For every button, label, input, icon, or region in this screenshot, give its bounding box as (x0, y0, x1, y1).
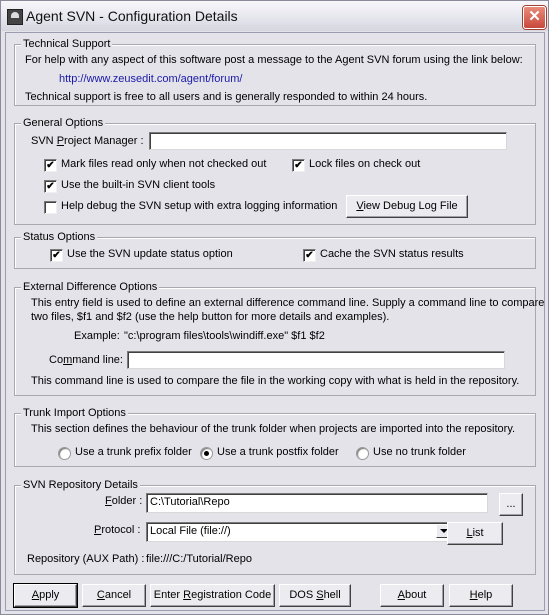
dos-shell-button[interactable]: DOS Shell (279, 584, 351, 607)
command-line-input[interactable] (127, 351, 505, 369)
external-diff-legend: External Difference Options (21, 281, 160, 293)
status-options-group: Status Options ✔ Use the SVN update stat… (14, 231, 536, 269)
apply-button[interactable]: Apply (13, 583, 78, 608)
protocol-value: Local File (file://) (150, 525, 231, 537)
browse-folder-button[interactable]: ... (499, 493, 523, 516)
lock-files-label: Lock files on check out (309, 158, 421, 170)
lock-files-checkbox[interactable]: ✔ (292, 159, 305, 172)
trunk-prefix-radio[interactable] (58, 447, 71, 460)
trunk-prefix-label: Use a trunk prefix folder (75, 446, 192, 458)
cache-status-label: Cache the SVN status results (320, 248, 464, 260)
aux-path-label: Repository (AUX Path) : (27, 553, 145, 565)
close-icon: ✕ (528, 8, 541, 25)
forum-link[interactable]: http://www.zeusedit.com/agent/forum/ (59, 73, 242, 85)
no-trunk-radio[interactable] (356, 447, 369, 460)
external-diff-footer: This command line is used to compare the… (31, 375, 520, 387)
update-status-checkbox[interactable]: ✔ (50, 249, 63, 262)
folder-input[interactable]: C:\Tutorial\Repo (146, 493, 488, 513)
tech-support-note: Technical support is free to all users a… (25, 91, 428, 103)
project-manager-input[interactable] (149, 132, 507, 150)
debug-logging-checkbox[interactable] (44, 201, 57, 214)
window-title: Agent SVN - Configuration Details (26, 8, 238, 24)
no-trunk-label: Use no trunk folder (373, 446, 466, 458)
help-button[interactable]: Help (449, 584, 513, 607)
folder-label: Folder : (105, 495, 143, 507)
trunk-import-desc: This section defines the behaviour of th… (31, 423, 516, 435)
general-options-group: General Options SVN Project Manager : ✔ … (14, 117, 536, 225)
cache-status-checkbox[interactable]: ✔ (303, 249, 316, 262)
app-icon (7, 9, 23, 25)
view-debug-log-button[interactable]: View Debug Log File (346, 195, 468, 218)
command-line-label: Command line: (49, 354, 123, 366)
debug-logging-label: Help debug the SVN setup with extra logg… (61, 200, 338, 212)
trunk-postfix-radio[interactable] (200, 447, 213, 460)
tech-support-group: Technical Support For help with any aspe… (14, 38, 536, 106)
builtin-client-checkbox[interactable]: ✔ (44, 180, 57, 193)
read-only-label: Mark files read only when not checked ou… (61, 158, 267, 170)
external-diff-group: External Difference Options This entry f… (14, 281, 544, 396)
dialog-body: Technical Support For help with any aspe… (5, 32, 545, 611)
config-dialog: Agent SVN - Configuration Details ✕ Tech… (0, 0, 549, 615)
protocol-label: Protocol : (94, 524, 141, 536)
protocol-select[interactable]: Local File (file://) (146, 522, 453, 542)
read-only-checkbox[interactable]: ✔ (44, 159, 57, 172)
general-options-legend: General Options (21, 117, 106, 129)
update-status-label: Use the SVN update status option (67, 248, 233, 260)
title-bar: Agent SVN - Configuration Details ✕ (1, 1, 548, 31)
tech-support-legend: Technical Support (21, 38, 113, 50)
tech-support-intro: For help with any aspect of this softwar… (25, 54, 523, 66)
builtin-client-label: Use the built-in SVN client tools (61, 179, 216, 191)
list-button[interactable]: List (447, 522, 503, 545)
close-button[interactable]: ✕ (523, 6, 546, 29)
about-button[interactable]: About (380, 584, 444, 607)
register-button[interactable]: Enter Registration Code (150, 584, 275, 607)
repo-details-legend: SVN Repository Details (21, 479, 140, 491)
example-value: "c:\program files\tools\windiff.exe" $f1… (124, 330, 325, 342)
repo-details-group: SVN Repository Details Folder : C:\Tutor… (14, 479, 536, 575)
trunk-postfix-label: Use a trunk postfix folder (217, 446, 339, 458)
project-manager-label: SVN Project Manager : (31, 135, 144, 147)
example-label: Example: (74, 330, 120, 342)
status-options-legend: Status Options (21, 231, 98, 243)
trunk-import-legend: Trunk Import Options (21, 407, 128, 419)
external-diff-desc-2: two files, $f1 and $f2 (use the help but… (31, 311, 390, 323)
trunk-import-group: Trunk Import Options This section define… (14, 407, 536, 467)
cancel-button[interactable]: Cancel (82, 584, 146, 607)
aux-path-value: file:///C:/Tutorial/Repo (146, 553, 252, 565)
external-diff-desc-1: This entry field is used to define an ex… (31, 297, 545, 309)
